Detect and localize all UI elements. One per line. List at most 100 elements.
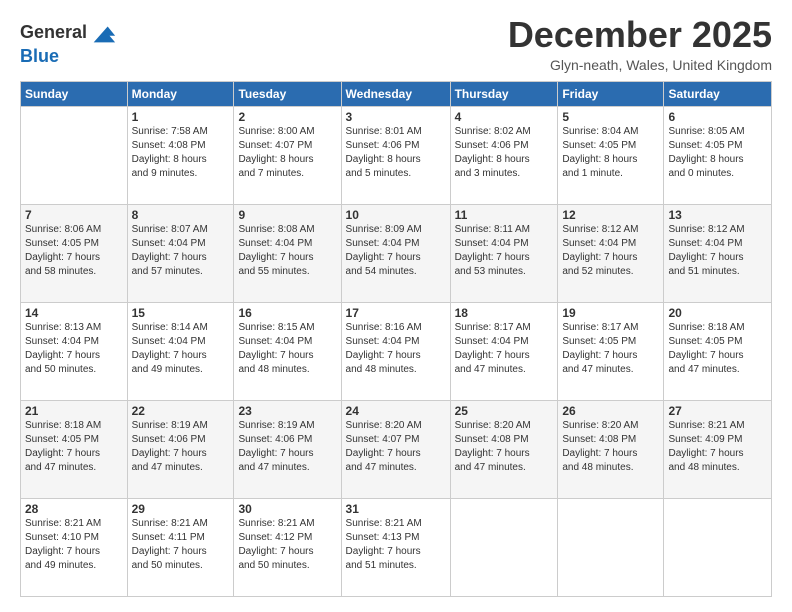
day-number: 5 — [562, 110, 659, 124]
calendar-cell: 9Sunrise: 8:08 AMSunset: 4:04 PMDaylight… — [234, 204, 341, 302]
day-info: Sunrise: 8:21 AMSunset: 4:10 PMDaylight:… — [25, 517, 123, 573]
day-number: 22 — [132, 404, 230, 418]
day-info: Sunrise: 8:01 AMSunset: 4:06 PMDaylight:… — [346, 125, 446, 181]
day-info: Sunrise: 8:21 AMSunset: 4:09 PMDaylight:… — [668, 419, 767, 475]
calendar-cell: 17Sunrise: 8:16 AMSunset: 4:04 PMDayligh… — [341, 302, 450, 400]
day-info: Sunrise: 8:17 AMSunset: 4:04 PMDaylight:… — [455, 321, 554, 377]
day-info: Sunrise: 8:05 AMSunset: 4:05 PMDaylight:… — [668, 125, 767, 181]
day-number: 18 — [455, 306, 554, 320]
calendar-cell: 5Sunrise: 8:04 AMSunset: 4:05 PMDaylight… — [558, 106, 664, 204]
day-number: 9 — [238, 208, 336, 222]
day-number: 11 — [455, 208, 554, 222]
day-info: Sunrise: 7:58 AMSunset: 4:08 PMDaylight:… — [132, 125, 230, 181]
day-number: 29 — [132, 502, 230, 516]
logo-blue: Blue — [20, 47, 117, 67]
day-number: 28 — [25, 502, 123, 516]
calendar-cell — [450, 498, 558, 596]
calendar-cell — [21, 106, 128, 204]
day-info: Sunrise: 8:20 AMSunset: 4:08 PMDaylight:… — [455, 419, 554, 475]
day-number: 23 — [238, 404, 336, 418]
day-info: Sunrise: 8:15 AMSunset: 4:04 PMDaylight:… — [238, 321, 336, 377]
calendar-week-3: 21Sunrise: 8:18 AMSunset: 4:05 PMDayligh… — [21, 400, 772, 498]
day-number: 1 — [132, 110, 230, 124]
day-info: Sunrise: 8:07 AMSunset: 4:04 PMDaylight:… — [132, 223, 230, 279]
calendar-cell: 26Sunrise: 8:20 AMSunset: 4:08 PMDayligh… — [558, 400, 664, 498]
day-number: 7 — [25, 208, 123, 222]
day-number: 17 — [346, 306, 446, 320]
day-number: 31 — [346, 502, 446, 516]
day-number: 8 — [132, 208, 230, 222]
calendar-cell: 31Sunrise: 8:21 AMSunset: 4:13 PMDayligh… — [341, 498, 450, 596]
calendar-week-0: 1Sunrise: 7:58 AMSunset: 4:08 PMDaylight… — [21, 106, 772, 204]
logo-icon — [89, 19, 117, 47]
day-info: Sunrise: 8:19 AMSunset: 4:06 PMDaylight:… — [238, 419, 336, 475]
logo-text: General — [20, 23, 87, 43]
calendar-cell: 7Sunrise: 8:06 AMSunset: 4:05 PMDaylight… — [21, 204, 128, 302]
col-wednesday: Wednesday — [341, 81, 450, 106]
day-number: 19 — [562, 306, 659, 320]
day-info: Sunrise: 8:21 AMSunset: 4:12 PMDaylight:… — [238, 517, 336, 573]
calendar-cell: 4Sunrise: 8:02 AMSunset: 4:06 PMDaylight… — [450, 106, 558, 204]
day-info: Sunrise: 8:08 AMSunset: 4:04 PMDaylight:… — [238, 223, 336, 279]
day-info: Sunrise: 8:18 AMSunset: 4:05 PMDaylight:… — [668, 321, 767, 377]
day-info: Sunrise: 8:06 AMSunset: 4:05 PMDaylight:… — [25, 223, 123, 279]
col-friday: Friday — [558, 81, 664, 106]
day-number: 3 — [346, 110, 446, 124]
calendar-cell: 29Sunrise: 8:21 AMSunset: 4:11 PMDayligh… — [127, 498, 234, 596]
logo: General Blue — [20, 19, 117, 67]
calendar-cell: 20Sunrise: 8:18 AMSunset: 4:05 PMDayligh… — [664, 302, 772, 400]
day-info: Sunrise: 8:02 AMSunset: 4:06 PMDaylight:… — [455, 125, 554, 181]
location: Glyn-neath, Wales, United Kingdom — [508, 57, 772, 73]
day-number: 16 — [238, 306, 336, 320]
calendar-cell: 23Sunrise: 8:19 AMSunset: 4:06 PMDayligh… — [234, 400, 341, 498]
day-number: 25 — [455, 404, 554, 418]
day-info: Sunrise: 8:13 AMSunset: 4:04 PMDaylight:… — [25, 321, 123, 377]
day-number: 24 — [346, 404, 446, 418]
calendar-cell — [558, 498, 664, 596]
calendar-cell: 15Sunrise: 8:14 AMSunset: 4:04 PMDayligh… — [127, 302, 234, 400]
day-number: 27 — [668, 404, 767, 418]
title-block: December 2025 Glyn-neath, Wales, United … — [508, 15, 772, 73]
calendar-cell: 8Sunrise: 8:07 AMSunset: 4:04 PMDaylight… — [127, 204, 234, 302]
day-info: Sunrise: 8:16 AMSunset: 4:04 PMDaylight:… — [346, 321, 446, 377]
calendar-week-2: 14Sunrise: 8:13 AMSunset: 4:04 PMDayligh… — [21, 302, 772, 400]
day-number: 14 — [25, 306, 123, 320]
col-saturday: Saturday — [664, 81, 772, 106]
calendar-cell: 24Sunrise: 8:20 AMSunset: 4:07 PMDayligh… — [341, 400, 450, 498]
calendar-week-1: 7Sunrise: 8:06 AMSunset: 4:05 PMDaylight… — [21, 204, 772, 302]
calendar-cell: 21Sunrise: 8:18 AMSunset: 4:05 PMDayligh… — [21, 400, 128, 498]
day-number: 6 — [668, 110, 767, 124]
calendar-cell: 10Sunrise: 8:09 AMSunset: 4:04 PMDayligh… — [341, 204, 450, 302]
day-number: 15 — [132, 306, 230, 320]
day-info: Sunrise: 8:17 AMSunset: 4:05 PMDaylight:… — [562, 321, 659, 377]
col-monday: Monday — [127, 81, 234, 106]
calendar-cell: 14Sunrise: 8:13 AMSunset: 4:04 PMDayligh… — [21, 302, 128, 400]
day-number: 2 — [238, 110, 336, 124]
calendar-cell: 13Sunrise: 8:12 AMSunset: 4:04 PMDayligh… — [664, 204, 772, 302]
calendar-cell: 1Sunrise: 7:58 AMSunset: 4:08 PMDaylight… — [127, 106, 234, 204]
day-info: Sunrise: 8:12 AMSunset: 4:04 PMDaylight:… — [668, 223, 767, 279]
calendar-cell: 28Sunrise: 8:21 AMSunset: 4:10 PMDayligh… — [21, 498, 128, 596]
day-info: Sunrise: 8:19 AMSunset: 4:06 PMDaylight:… — [132, 419, 230, 475]
calendar-cell: 6Sunrise: 8:05 AMSunset: 4:05 PMDaylight… — [664, 106, 772, 204]
day-info: Sunrise: 8:21 AMSunset: 4:13 PMDaylight:… — [346, 517, 446, 573]
day-info: Sunrise: 8:00 AMSunset: 4:07 PMDaylight:… — [238, 125, 336, 181]
day-info: Sunrise: 8:04 AMSunset: 4:05 PMDaylight:… — [562, 125, 659, 181]
day-number: 13 — [668, 208, 767, 222]
month-title: December 2025 — [508, 15, 772, 55]
day-info: Sunrise: 8:12 AMSunset: 4:04 PMDaylight:… — [562, 223, 659, 279]
calendar-cell: 18Sunrise: 8:17 AMSunset: 4:04 PMDayligh… — [450, 302, 558, 400]
header: General Blue December 2025 Glyn-neath, W… — [20, 15, 772, 73]
calendar: Sunday Monday Tuesday Wednesday Thursday… — [20, 81, 772, 597]
day-info: Sunrise: 8:09 AMSunset: 4:04 PMDaylight:… — [346, 223, 446, 279]
calendar-cell: 25Sunrise: 8:20 AMSunset: 4:08 PMDayligh… — [450, 400, 558, 498]
day-number: 30 — [238, 502, 336, 516]
calendar-week-4: 28Sunrise: 8:21 AMSunset: 4:10 PMDayligh… — [21, 498, 772, 596]
calendar-cell — [664, 498, 772, 596]
day-number: 12 — [562, 208, 659, 222]
day-info: Sunrise: 8:18 AMSunset: 4:05 PMDaylight:… — [25, 419, 123, 475]
day-number: 21 — [25, 404, 123, 418]
col-thursday: Thursday — [450, 81, 558, 106]
day-info: Sunrise: 8:11 AMSunset: 4:04 PMDaylight:… — [455, 223, 554, 279]
day-number: 4 — [455, 110, 554, 124]
